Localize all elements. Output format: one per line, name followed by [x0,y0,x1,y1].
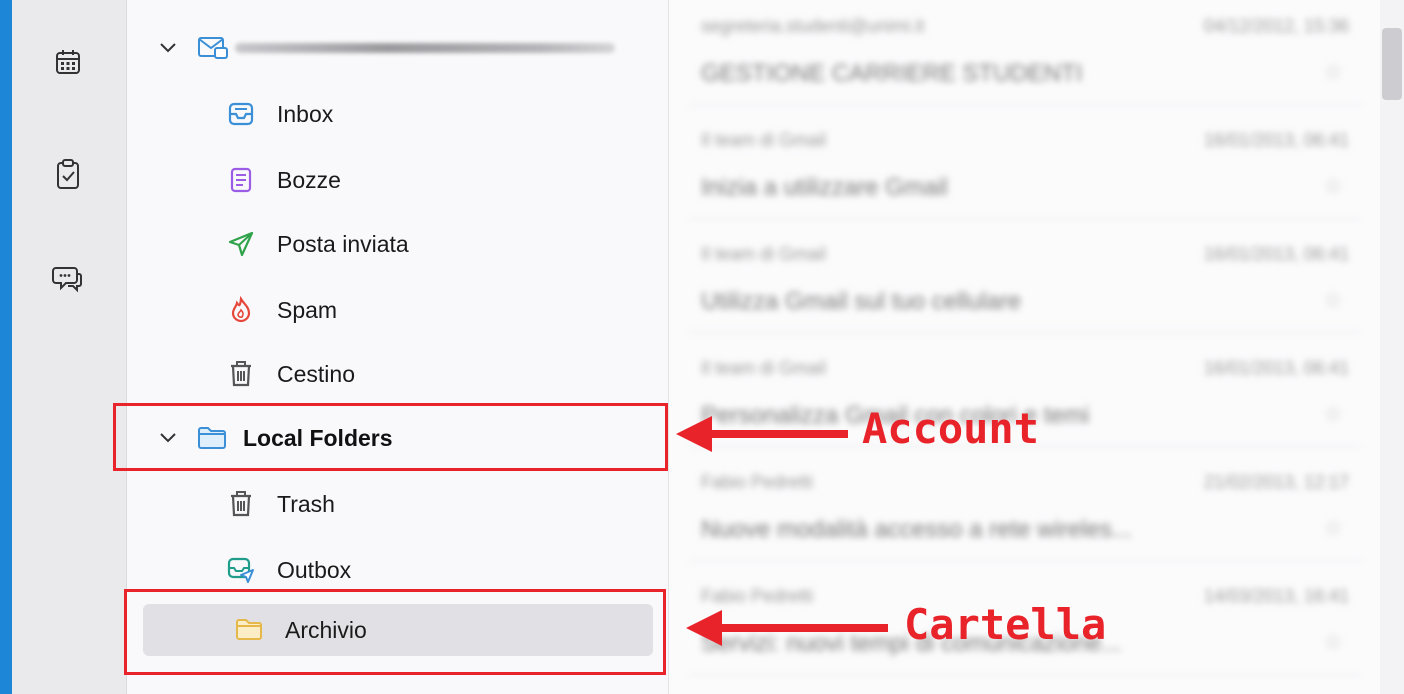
account-arrow [676,416,848,452]
account-name-redacted [235,43,615,53]
folder-label: Trash [277,490,335,517]
folder-item-trash[interactable]: Trash [227,478,647,530]
message-subject: Utilizza Gmail sul tuo cellulare [701,288,1022,315]
outbox-icon [227,556,255,584]
folder-label: Outbox [277,556,352,583]
message-row[interactable]: Il team di Gmail 16/01/2013, 06:41 Inizi… [689,104,1361,219]
account-row[interactable] [127,20,668,76]
trash-icon [227,490,255,518]
trash-icon [227,360,255,388]
message-row[interactable]: segreteria.studenti@unimi.it 04/12/2012,… [689,0,1361,105]
message-sender: Il team di Gmail [701,358,827,378]
folder-label: Spam [277,296,338,323]
scrollbar-track[interactable] [1380,0,1404,694]
folder-annotation-label: Cartella [904,600,1107,649]
folder-item-spam[interactable]: Spam [227,284,647,336]
star-icon[interactable]: ☆ [1323,630,1343,655]
message-date: 14/03/2013, 16:41 [1203,586,1349,606]
message-sender: Fabio Pedretti [701,472,814,492]
star-icon[interactable]: ☆ [1323,174,1343,199]
message-date: 04/12/2012, 15:36 [1203,16,1349,36]
chat-button[interactable] [48,258,88,298]
message-date: 16/01/2013, 06:41 [1203,358,1349,378]
chat-icon [52,267,82,293]
spaces-toolbar [12,0,127,694]
star-icon[interactable]: ☆ [1323,516,1343,541]
tasks-icon [57,159,79,189]
account-highlight-box [113,403,668,471]
star-icon[interactable]: ☆ [1323,288,1343,313]
star-icon[interactable]: ☆ [1323,402,1343,427]
message-sender: Il team di Gmail [701,130,827,150]
inbox-icon [227,100,255,128]
account-annotation-label: Account [862,404,1040,453]
scrollbar-thumb[interactable] [1382,28,1402,100]
folder-arrow [686,610,888,646]
message-row[interactable]: Fabio Pedretti 21/02/2013, 12:17 Nuove m… [689,446,1361,561]
message-sender: Fabio Pedretti [701,586,814,606]
mail-account-icon [198,37,228,59]
chevron-down-icon[interactable] [157,37,179,59]
tasks-button[interactable] [48,154,88,194]
sent-icon [227,230,255,258]
star-icon[interactable]: ☆ [1323,60,1343,85]
message-date: 21/02/2013, 12:17 [1203,472,1349,492]
folder-item-bozze[interactable]: Bozze [227,154,647,206]
accent-bar [0,0,12,694]
message-sender: Il team di Gmail [701,244,827,264]
folder-label: Posta inviata [277,230,409,257]
calendar-icon [56,50,80,74]
message-list: segreteria.studenti@unimi.it 04/12/2012,… [668,0,1381,694]
drafts-icon [227,166,255,194]
folder-item-inbox[interactable]: Inbox [227,88,647,140]
message-subject: Inizia a utilizzare Gmail [701,174,948,201]
folder-label: Inbox [277,100,334,127]
folder-item-cestino[interactable]: Cestino [227,348,647,400]
message-row[interactable]: Il team di Gmail 16/01/2013, 06:41 Utili… [689,218,1361,333]
message-date: 16/01/2013, 06:41 [1203,130,1349,150]
folder-item-posta-inviata[interactable]: Posta inviata [227,218,647,270]
spam-icon [227,296,255,324]
message-sender: segreteria.studenti@unimi.it [701,16,925,36]
folder-label: Bozze [277,166,341,193]
message-subject: GESTIONE CARRIERE STUDENTI [701,60,1083,87]
calendar-button[interactable] [48,42,88,82]
folder-label: Cestino [277,360,355,387]
message-subject: Nuove modalità accesso a rete wireles... [701,516,1132,543]
folder-highlight-box [124,589,666,675]
message-date: 16/01/2013, 06:41 [1203,244,1349,264]
